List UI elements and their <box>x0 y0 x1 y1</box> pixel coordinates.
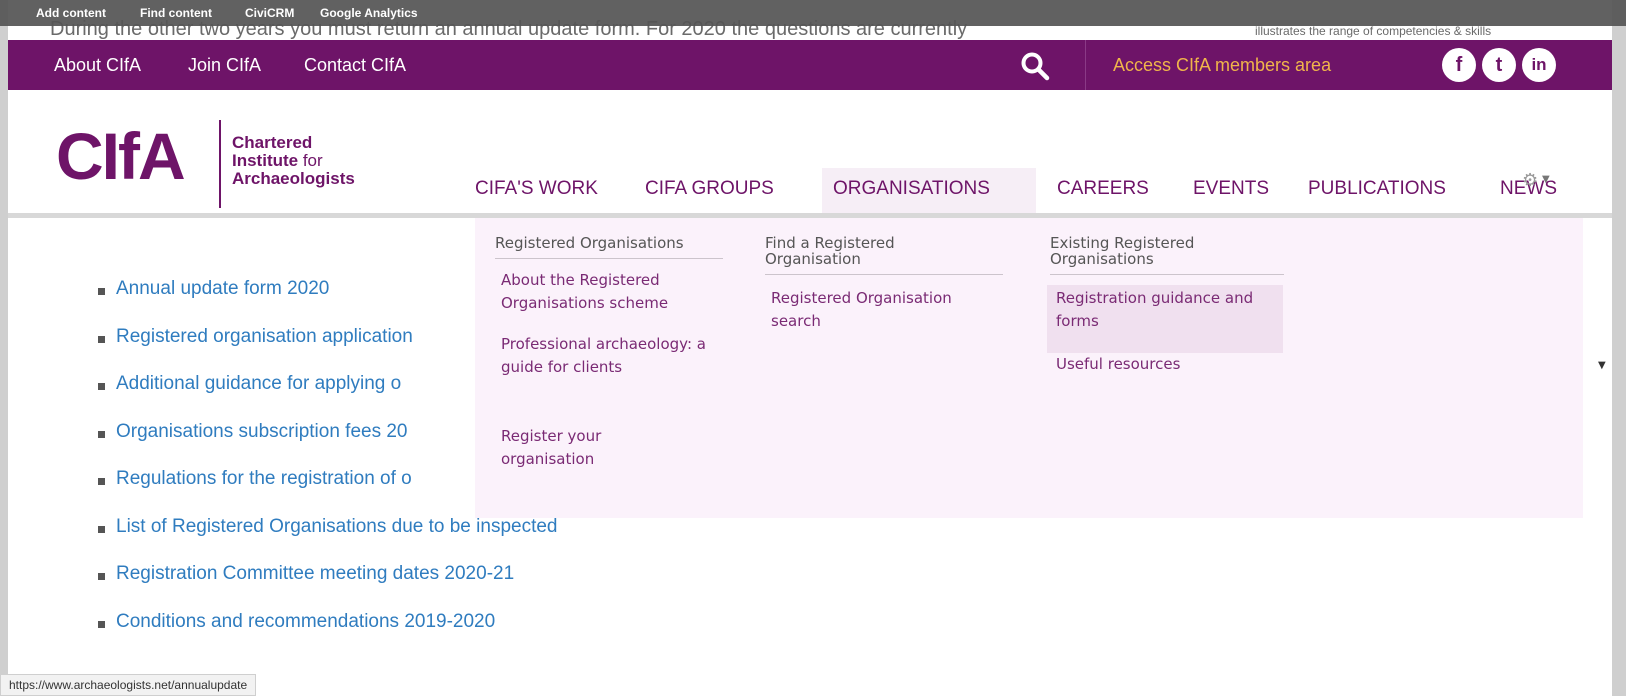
dropdown-link-registration-guidance[interactable]: Registration guidance and forms <box>1056 287 1271 333</box>
dropdown-rule <box>1050 274 1284 275</box>
dropdown-rule <box>765 274 1003 275</box>
dropdown-rule <box>495 258 723 259</box>
nav-careers[interactable]: CAREERS <box>1057 178 1149 200</box>
logo-line-chartered: Chartered <box>232 134 312 152</box>
members-area-link[interactable]: Access CIfA members area <box>1113 55 1331 76</box>
scroll-down-arrow-icon[interactable]: ▼ <box>1598 360 1606 371</box>
list-bullet <box>98 288 105 295</box>
logo-institute-text: Institute <box>232 151 299 170</box>
window-frame-right <box>1612 0 1626 696</box>
admin-google-analytics-link[interactable]: Google Analytics <box>320 6 418 20</box>
nav-organisations[interactable]: ORGANISATIONS <box>833 178 990 200</box>
admin-add-content-link[interactable]: Add content <box>36 6 106 20</box>
list-item[interactable]: Annual update form 2020 <box>116 278 329 300</box>
list-item[interactable]: List of Registered Organisations due to … <box>116 516 558 538</box>
about-cifa-link[interactable]: About CIfA <box>54 55 141 76</box>
organisations-dropdown: Registered Organisations About the Regis… <box>475 218 1583 518</box>
twitter-glyph: t <box>1495 54 1503 76</box>
list-item[interactable]: Organisations subscription fees 20 <box>116 421 408 443</box>
contact-cifa-link[interactable]: Contact CIfA <box>304 55 406 76</box>
facebook-glyph: f <box>1455 54 1463 76</box>
list-item[interactable]: Regulations for the registration of o <box>116 468 412 490</box>
dropdown-heading-existing-registered-organisations[interactable]: Existing Registered Organisations <box>1050 235 1250 267</box>
nav-cifas-work[interactable]: CIFA'S WORK <box>475 178 598 200</box>
list-bullet <box>98 383 105 390</box>
dropdown-link-useful-resources[interactable]: Useful resources <box>1056 353 1271 376</box>
admin-civicrm-link[interactable]: CiviCRM <box>245 6 294 20</box>
twitter-icon[interactable]: t <box>1482 48 1516 82</box>
logo-archaeologists-text: Archaeologists <box>232 169 355 188</box>
logo-for-text: for <box>298 151 323 170</box>
linkedin-glyph: in <box>1531 55 1547 74</box>
dropdown-link-organisation-search[interactable]: Registered Organisation search <box>771 287 981 333</box>
top-utility-bar: About CIfA Join CIfA Contact CIfA Access… <box>8 40 1612 90</box>
logo-line-institute: Institute for <box>232 152 323 170</box>
logo-divider <box>219 120 221 208</box>
nav-cifa-groups[interactable]: CIFA GROUPS <box>645 178 774 200</box>
status-bar-url: https://www.archaeologists.net/annualupd… <box>0 674 257 696</box>
dropdown-heading-registered-organisations[interactable]: Registered Organisations <box>495 235 735 251</box>
logo-mark: CIfA <box>56 119 186 193</box>
list-item[interactable]: Additional guidance for applying o <box>116 373 401 395</box>
list-bullet <box>98 573 105 580</box>
admin-find-content-link[interactable]: Find content <box>140 6 212 20</box>
search-icon[interactable] <box>1020 51 1050 81</box>
facebook-icon[interactable]: f <box>1442 48 1476 82</box>
nav-events[interactable]: EVENTS <box>1193 178 1269 200</box>
list-bullet <box>98 621 105 628</box>
logo-line-archaeologists: Archaeologists <box>232 170 355 188</box>
list-bullet <box>98 526 105 533</box>
join-cifa-link[interactable]: Join CIfA <box>188 55 261 76</box>
list-item[interactable]: Conditions and recommendations 2019-2020 <box>116 611 495 633</box>
linkedin-icon[interactable]: in <box>1522 48 1556 82</box>
admin-toolbar: Add content Find content CiviCRM Google … <box>0 0 1626 26</box>
cifa-logo[interactable]: CIfA Chartered Institute for Archaeologi… <box>56 118 376 212</box>
list-bullet <box>98 336 105 343</box>
dropdown-heading-find-registered-organisation[interactable]: Find a Registered Organisation <box>765 235 955 267</box>
list-bullet <box>98 478 105 485</box>
nav-publications[interactable]: PUBLICATIONS <box>1308 178 1446 200</box>
gear-icon[interactable]: ⚙ <box>1522 170 1538 191</box>
logo-chartered-text: Chartered <box>232 133 313 152</box>
dropdown-link-about-scheme[interactable]: About the Registered Organisations schem… <box>501 269 716 315</box>
top-bar-divider <box>1085 40 1086 90</box>
list-item[interactable]: Registration Committee meeting dates 202… <box>116 563 514 585</box>
list-item[interactable]: Registered organisation application <box>116 326 413 348</box>
dropdown-link-register-organisation[interactable]: Register your organisation <box>501 425 661 471</box>
background-side-text: illustrates the range of competencies & … <box>1255 24 1492 38</box>
dropdown-link-guide-for-clients[interactable]: Professional archaeology: a guide for cl… <box>501 333 731 379</box>
list-bullet <box>98 431 105 438</box>
chevron-down-icon[interactable]: ▼ <box>1542 174 1550 185</box>
